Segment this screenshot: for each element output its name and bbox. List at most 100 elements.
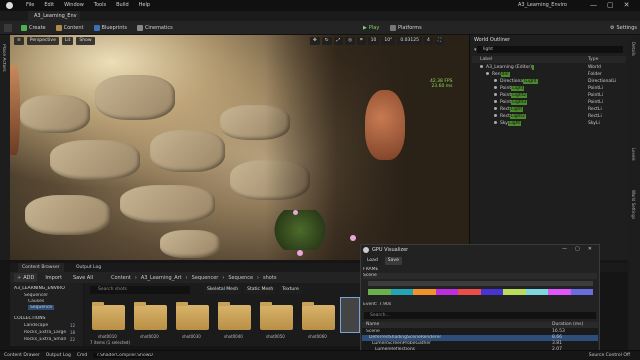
maximize-viewport-icon[interactable]: ⛶	[434, 37, 445, 45]
visibility-icon[interactable]	[486, 72, 489, 75]
breadcrumb-shots[interactable]: shots	[263, 275, 276, 281]
menu-build[interactable]: Build	[116, 2, 129, 8]
level-tab[interactable]: A3_Learning_Env	[28, 11, 80, 21]
maximize-button[interactable]: ▢	[575, 246, 580, 252]
folder-shot0060[interactable]	[302, 302, 335, 330]
play-button[interactable]: ▶ Play	[360, 23, 382, 32]
details-tab[interactable]: Details	[631, 42, 636, 56]
world-space-icon[interactable]: ◎	[345, 37, 356, 45]
collections-header[interactable]: COLLECTIONS	[14, 316, 46, 321]
visibility-icon[interactable]	[494, 100, 497, 103]
cmd-label[interactable]: Cmd	[77, 353, 87, 358]
tree-item-sequence[interactable]: Sequence	[28, 305, 55, 310]
menu-edit[interactable]: Edit	[44, 2, 54, 8]
add-button[interactable]: + ADD	[14, 273, 38, 282]
content-browser-tab[interactable]: Content Browser	[18, 263, 64, 272]
surface-snap-icon[interactable]: ⌗	[357, 37, 366, 45]
cinematics-button[interactable]: Cinematics	[134, 23, 176, 32]
move-tool-icon[interactable]: ✥	[310, 37, 320, 45]
folder-shot0040[interactable]	[218, 302, 251, 330]
rotation-snap-value[interactable]: 10°	[381, 37, 396, 45]
gpu-save-button[interactable]: Save	[384, 257, 402, 265]
output-log-tab[interactable]: Output Log	[72, 263, 105, 272]
camera-speed-value[interactable]: 4	[423, 37, 433, 45]
filter-static-mesh[interactable]: Static Mesh	[244, 286, 277, 294]
output-log-button[interactable]: Output Log	[46, 353, 71, 358]
gpu-timeline-segment[interactable]	[570, 289, 593, 295]
close-button[interactable]: ✕	[624, 1, 630, 9]
scale-tool-icon[interactable]: ⤢	[333, 37, 344, 45]
console-input[interactable]: r.ShaderCompiler.ShowDebug	[93, 353, 154, 358]
tree-root[interactable]: A3_LEARNING_ENVIRO	[14, 286, 65, 291]
platforms-button[interactable]: Platforms	[387, 23, 425, 32]
menu-window[interactable]: Window	[64, 2, 84, 8]
menu-file[interactable]: File	[26, 2, 34, 8]
folder-shot0020[interactable]	[134, 302, 167, 330]
gpu-timeline-segment[interactable]	[435, 289, 458, 295]
gpu-timeline-bar[interactable]	[368, 289, 593, 295]
visibility-icon[interactable]	[494, 107, 497, 110]
levels-tab[interactable]: Levels	[631, 148, 636, 161]
source-control-status[interactable]: Source Control Off	[589, 353, 630, 358]
show-button[interactable]: Show	[76, 37, 95, 45]
content-drawer-button[interactable]: Content Drawer	[4, 353, 40, 358]
visibility-icon[interactable]	[494, 79, 497, 82]
gpu-timeline-segment[interactable]	[525, 289, 548, 295]
content-button[interactable]: Content	[53, 23, 87, 32]
gpu-col-name[interactable]: Name	[366, 322, 379, 327]
visibility-icon[interactable]	[494, 114, 497, 117]
gpu-timeline-segment[interactable]	[390, 289, 413, 295]
outliner-col-type[interactable]: Type	[588, 57, 598, 62]
tree-item-causes[interactable]: Causes	[28, 299, 44, 304]
unreal-logo-icon[interactable]	[6, 2, 13, 9]
place-actors-tab[interactable]: Place Actors	[1, 44, 6, 72]
folder-shot0030[interactable]	[176, 302, 209, 330]
folder-shot0010[interactable]	[92, 302, 125, 330]
collection-rocks-large[interactable]: Rocks_Extra_Large	[24, 330, 66, 335]
content-search-input[interactable]: Search shots	[90, 286, 190, 294]
gpu-search-input[interactable]: Search...	[364, 312, 596, 319]
gpu-timeline-segment[interactable]	[413, 289, 436, 295]
close-button[interactable]: ✕	[588, 246, 592, 252]
outliner-row[interactable]: Render Folder	[472, 71, 626, 78]
lit-button[interactable]: Lit	[61, 37, 74, 45]
filter-skeletal-mesh[interactable]: Skeletal Mesh	[204, 286, 242, 294]
breadcrumb-sequence[interactable]: Sequence	[228, 275, 253, 281]
menu-tools[interactable]: Tools	[94, 2, 106, 8]
breadcrumb-sequencer[interactable]: Sequencer	[192, 275, 219, 281]
outliner-row[interactable]: PointLight3 PointLi	[472, 99, 626, 106]
tree-item-sequencer[interactable]: Sequencer	[24, 293, 48, 298]
world-settings-tab[interactable]: World Settings	[631, 190, 636, 219]
outliner-row[interactable]: PointLight PointLi	[472, 85, 626, 92]
viewport-menu-button[interactable]: ≡	[14, 37, 24, 45]
visibility-icon[interactable]	[494, 93, 497, 96]
outliner-row[interactable]: RectLight2 RectLi	[472, 113, 626, 120]
outliner-row[interactable]: PointLight2 PointLi	[472, 92, 626, 99]
perspective-button[interactable]: Perspective	[26, 37, 59, 45]
folder-shot0050[interactable]	[260, 302, 293, 330]
minimize-button[interactable]: —	[562, 246, 567, 252]
gpu-col-duration[interactable]: Duration (ms)	[552, 322, 583, 327]
menu-help[interactable]: Help	[139, 2, 150, 8]
visibility-icon[interactable]	[480, 65, 483, 68]
gpu-scene-bar[interactable]	[368, 281, 593, 286]
save-all-button[interactable]: Save All	[70, 273, 96, 282]
blueprints-button[interactable]: Blueprints	[91, 23, 130, 32]
outliner-row[interactable]: RectLight RectLi	[472, 106, 626, 113]
scale-snap-value[interactable]: 0.03125	[397, 37, 422, 45]
settings-button[interactable]: ⚙ Settings	[607, 23, 640, 32]
gpu-load-button[interactable]: Load	[364, 257, 381, 265]
gpu-timeline-segment[interactable]	[368, 289, 391, 295]
visibility-icon[interactable]	[494, 121, 497, 124]
collection-rocks-small[interactable]: Rocks_Extra_Small	[24, 337, 66, 342]
outliner-row[interactable]: DirectionalLight DirectionalLi	[472, 78, 626, 85]
breadcrumb-content[interactable]: Content	[111, 275, 131, 281]
breadcrumb-a3-learning-art[interactable]: A3_Learning_Art	[141, 275, 182, 281]
rotate-tool-icon[interactable]: ↻	[321, 37, 332, 45]
save-level-icon[interactable]	[4, 24, 12, 32]
filter-texture[interactable]: Texture	[279, 286, 302, 294]
gpu-timeline-segment[interactable]	[480, 289, 503, 295]
grid-snap-value[interactable]: 10	[367, 37, 380, 45]
gpu-timeline-segment[interactable]	[458, 289, 481, 295]
outliner-row[interactable]: SkyLight SkyLi	[472, 120, 626, 127]
